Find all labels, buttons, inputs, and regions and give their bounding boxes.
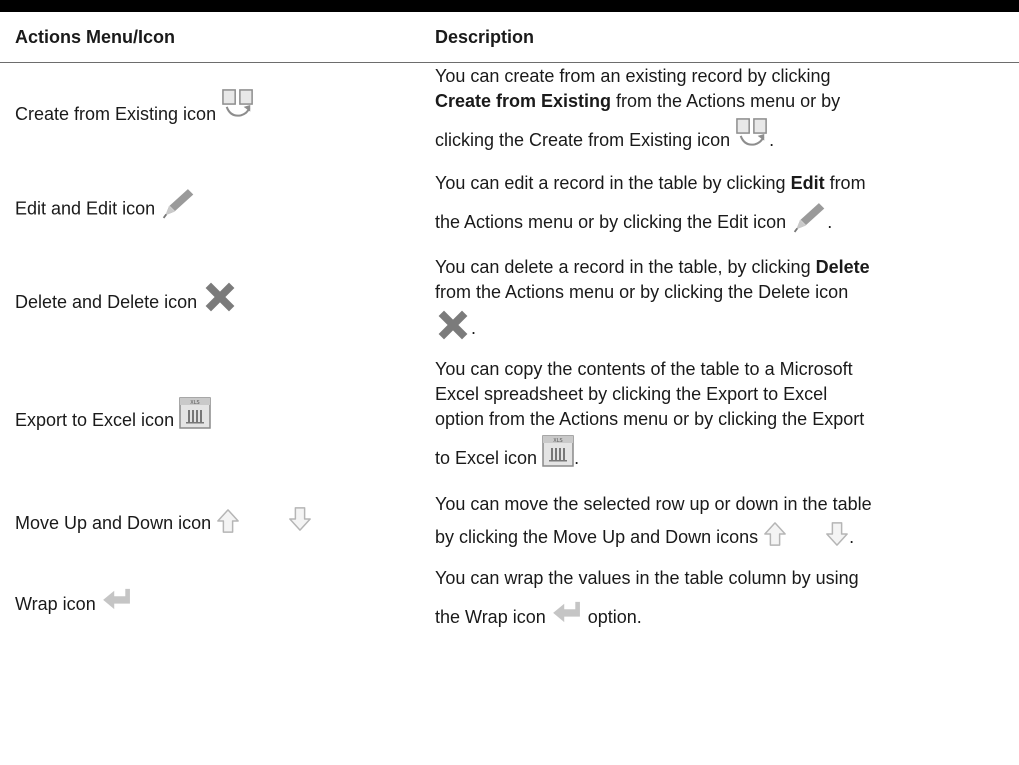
- description-text: option from the Actions menu or by click…: [435, 409, 865, 429]
- action-label: Delete and Delete icon: [15, 291, 198, 312]
- description-text: from the Actions menu or by: [611, 91, 841, 112]
- description-text: You can delete a record in the table, by…: [435, 257, 816, 277]
- table-row: Delete and Delete icon You can delete a …: [0, 252, 1019, 355]
- action-label: Edit and Edit icon: [15, 198, 156, 219]
- arrow-down-icon: [288, 506, 312, 532]
- arrow-up-icon: [763, 521, 787, 547]
- description-cell: You can edit a record in the table by cl…: [423, 168, 1019, 252]
- description-text: You can edit a record in the table by cl…: [435, 173, 791, 193]
- bold-term: Create from Existing: [435, 91, 612, 112]
- table-row: Edit and Edit icon You can edit a record…: [0, 168, 1019, 252]
- description-text: You can copy the contents of the table t…: [435, 359, 853, 379]
- description-text: the Wrap icon: [435, 607, 551, 627]
- description-text: from: [824, 173, 866, 193]
- bold-term: Delete: [815, 257, 870, 277]
- description-text: to Excel icon: [435, 448, 543, 468]
- description-cell: You can create from an existing record b…: [423, 63, 1019, 168]
- description-cell: You can delete a record in the table, by…: [423, 252, 1019, 355]
- action-cell: Create from Existing icon: [0, 63, 423, 168]
- description-text: Excel spreadsheet by clicking the Export…: [435, 384, 828, 404]
- table-row: Move Up and Down icon You can move the s…: [0, 487, 1019, 563]
- table-row: Create from Existing icon You can create…: [0, 63, 1019, 168]
- description-text: You can move the selected row up or down…: [435, 494, 872, 514]
- description-text: the Actions menu or by clicking the Edit…: [435, 212, 792, 232]
- wrap-icon: [551, 600, 583, 624]
- action-cell: Export to Excel icon: [0, 355, 423, 487]
- description-text: clicking the Create from Existing icon: [435, 130, 736, 151]
- description-text: by clicking the Move Up and Down icons: [435, 527, 764, 547]
- excel-icon: [542, 435, 574, 467]
- header-actions-menu-icon: Actions Menu/Icon: [0, 6, 423, 63]
- arrow-up-icon: [216, 508, 240, 534]
- action-label: Create from Existing icon: [15, 104, 217, 124]
- delete-x-icon: [435, 307, 471, 343]
- table-row: Wrap icon You can wrap the values in the…: [0, 563, 1019, 647]
- action-label: Export to Excel icon: [15, 409, 175, 430]
- description-end: .: [574, 448, 580, 468]
- action-cell: Delete and Delete icon: [0, 252, 423, 355]
- description-text: from the Actions menu or by clicking the…: [435, 282, 849, 302]
- actions-table: Actions Menu/Icon Description Create fro…: [0, 0, 1019, 647]
- description-end: .: [849, 527, 855, 547]
- table-row: Export to Excel icon You can copy the co…: [0, 355, 1019, 487]
- wrap-icon: [101, 587, 133, 611]
- delete-x-icon: [202, 279, 238, 315]
- action-cell: Move Up and Down icon: [0, 487, 423, 563]
- description-text: You can create from an existing record b…: [435, 66, 831, 87]
- description-end: .: [769, 130, 775, 151]
- description-end: .: [827, 212, 833, 232]
- description-text: You can wrap the values in the table col…: [435, 568, 859, 588]
- create-from-existing-icon: [221, 89, 255, 121]
- description-cell: You can move the selected row up or down…: [423, 487, 1019, 563]
- header-description: Description: [423, 6, 1019, 63]
- pencil-icon: [160, 187, 196, 220]
- description-end: .: [471, 318, 477, 338]
- create-from-existing-icon: [735, 118, 769, 150]
- table-header-row: Actions Menu/Icon Description: [0, 6, 1019, 63]
- action-cell: Edit and Edit icon: [0, 168, 423, 252]
- action-label: Wrap icon: [15, 593, 96, 614]
- pencil-icon: [791, 201, 827, 234]
- description-cell: You can wrap the values in the table col…: [423, 563, 1019, 647]
- description-cell: You can copy the contents of the table t…: [423, 355, 1019, 487]
- excel-icon: [179, 397, 211, 429]
- arrow-down-icon: [825, 521, 849, 547]
- action-cell: Wrap icon: [0, 563, 423, 647]
- description-end: option.: [582, 607, 642, 627]
- action-label: Move Up and Down icon: [15, 513, 212, 534]
- bold-term: Edit: [790, 173, 825, 193]
